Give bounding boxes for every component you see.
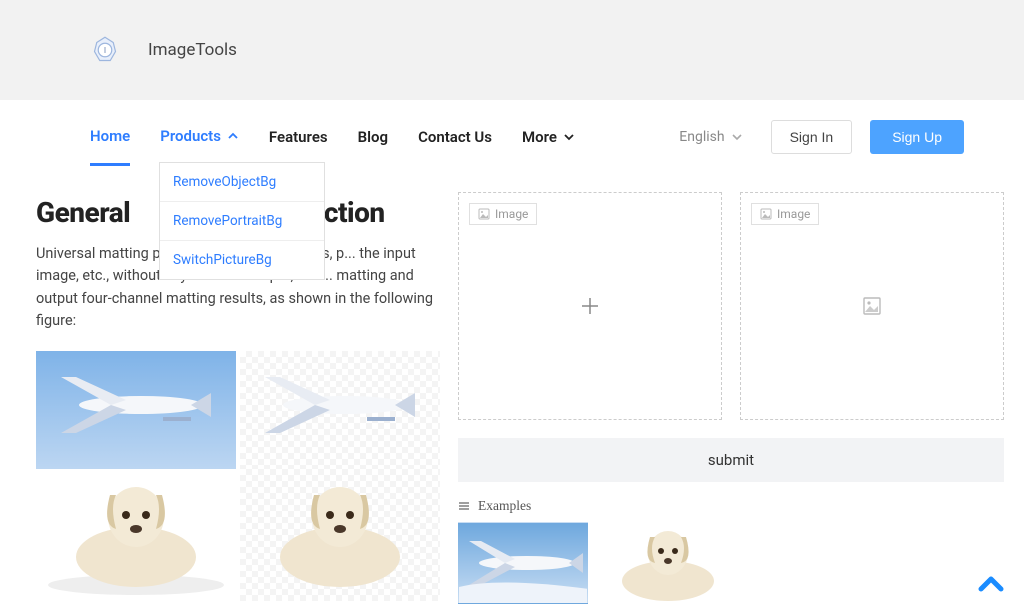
illus-quad-1 bbox=[36, 351, 236, 469]
upload-zone-2[interactable]: Image bbox=[740, 192, 1004, 420]
illustration-grid bbox=[36, 351, 440, 601]
plus-icon bbox=[578, 294, 602, 318]
illus-quad-3 bbox=[36, 469, 236, 601]
upload-badge: Image bbox=[751, 203, 819, 225]
dropdown-item-switchpicturebg[interactable]: SwitchPictureBg bbox=[160, 241, 324, 279]
nav-contact[interactable]: Contact Us bbox=[418, 128, 492, 164]
nav-home[interactable]: Home bbox=[90, 127, 130, 166]
nav-features[interactable]: Features bbox=[269, 128, 328, 164]
image-placeholder-icon bbox=[863, 297, 881, 315]
dog-icon bbox=[248, 477, 432, 597]
dog-icon bbox=[603, 523, 732, 604]
upload-zone-1[interactable]: Image bbox=[458, 192, 722, 420]
dog-icon bbox=[44, 477, 228, 597]
dropdown-item-removeportraitbg[interactable]: RemovePortraitBg bbox=[160, 202, 324, 241]
illus-quad-2 bbox=[240, 351, 440, 469]
svg-text:I: I bbox=[104, 46, 106, 56]
brand[interactable]: I ImageTools bbox=[90, 35, 237, 65]
right-column: Image Image submit Examples bbox=[458, 182, 1004, 604]
nav-more[interactable]: More bbox=[522, 128, 575, 164]
airplane-icon bbox=[459, 523, 588, 604]
top-bar: I ImageTools bbox=[0, 0, 1024, 100]
language-selector[interactable]: English bbox=[679, 129, 742, 163]
nav-links: Home Products Features Blog Contact Us M… bbox=[90, 127, 575, 166]
nav-products[interactable]: Products bbox=[160, 127, 239, 166]
airplane-icon bbox=[255, 365, 425, 445]
image-icon bbox=[478, 208, 490, 220]
signin-button[interactable]: Sign In bbox=[771, 120, 853, 154]
nav-row: Home Products Features Blog Contact Us M… bbox=[0, 100, 1024, 172]
nav-blog[interactable]: Blog bbox=[358, 128, 388, 164]
list-icon bbox=[458, 500, 470, 512]
signup-button[interactable]: Sign Up bbox=[870, 120, 964, 154]
airplane-icon bbox=[51, 365, 221, 445]
example-thumb-dog[interactable] bbox=[602, 522, 732, 604]
image-icon bbox=[760, 208, 772, 220]
content: General matting introduction Universal m… bbox=[0, 172, 1024, 604]
brand-name: ImageTools bbox=[148, 40, 237, 60]
submit-button[interactable]: submit bbox=[458, 438, 1004, 482]
upload-badge: Image bbox=[469, 203, 537, 225]
auth-buttons: Sign In Sign Up bbox=[771, 120, 964, 172]
example-thumb-airplane[interactable] bbox=[458, 522, 588, 604]
scroll-top-icon[interactable] bbox=[976, 569, 1006, 599]
chevron-down-icon bbox=[563, 131, 575, 143]
dropdown-item-removeobjectbg[interactable]: RemoveObjectBg bbox=[160, 163, 324, 202]
illus-quad-4 bbox=[240, 469, 440, 601]
products-dropdown: RemoveObjectBg RemovePortraitBg SwitchPi… bbox=[159, 162, 325, 280]
examples-row bbox=[458, 522, 1004, 604]
chevron-down-icon bbox=[731, 131, 743, 143]
examples-header: Examples bbox=[458, 498, 1004, 514]
chevron-up-icon bbox=[227, 130, 239, 142]
brand-logo-icon: I bbox=[90, 35, 120, 65]
upload-zones: Image Image bbox=[458, 192, 1004, 420]
